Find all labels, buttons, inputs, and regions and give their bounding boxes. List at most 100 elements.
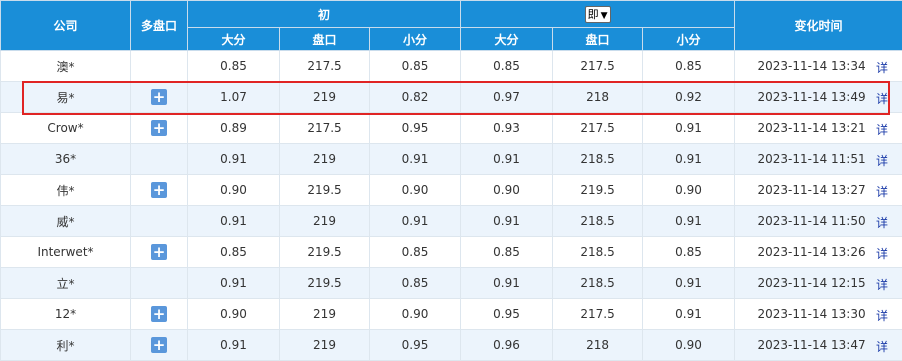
initial-small-cell: 0.82	[370, 82, 461, 113]
initial-big-cell: 0.90	[188, 175, 280, 206]
expand-plus-icon[interactable]: +	[151, 120, 167, 136]
initial-line-cell: 219.5	[280, 175, 370, 206]
change-time-cell: 2023-11-14 11:51 详	[735, 144, 902, 175]
live-line-cell: 217.5	[553, 113, 643, 144]
live-select-value: 即	[588, 8, 599, 21]
live-odds-select[interactable]: 即▼	[585, 6, 611, 23]
expand-plus-icon[interactable]: +	[151, 337, 167, 353]
live-small-cell: 0.85	[643, 237, 735, 268]
company-cell: Crow*	[1, 113, 131, 144]
table-row: 澳*0.85217.50.850.85217.50.852023-11-14 1…	[1, 51, 902, 82]
company-cell: 易*	[1, 82, 131, 113]
multi-line-cell	[131, 206, 188, 237]
initial-line-cell: 219	[280, 330, 370, 361]
initial-small-cell: 0.90	[370, 175, 461, 206]
detail-link[interactable]: 详	[876, 183, 888, 200]
multi-line-cell	[131, 51, 188, 82]
change-time-text: 2023-11-14 11:51	[757, 152, 865, 166]
header-live-big: 大分	[461, 28, 553, 51]
live-line-cell: 219.5	[553, 175, 643, 206]
table-row: 威*0.912190.910.91218.50.912023-11-14 11:…	[1, 206, 902, 237]
live-line-cell: 218.5	[553, 237, 643, 268]
initial-small-cell: 0.95	[370, 330, 461, 361]
live-big-cell: 0.93	[461, 113, 553, 144]
live-small-cell: 0.85	[643, 51, 735, 82]
initial-big-cell: 1.07	[188, 82, 280, 113]
initial-big-cell: 0.91	[188, 268, 280, 299]
change-time-text: 2023-11-14 13:26	[757, 245, 865, 259]
initial-big-cell: 0.85	[188, 237, 280, 268]
change-time-cell: 2023-11-14 13:49详	[735, 82, 902, 113]
initial-line-cell: 219	[280, 206, 370, 237]
live-line-cell: 218.5	[553, 144, 643, 175]
company-cell: 伟*	[1, 175, 131, 206]
company-cell: 立*	[1, 268, 131, 299]
expand-plus-icon[interactable]: +	[151, 244, 167, 260]
detail-link[interactable]: 详	[876, 245, 888, 262]
initial-line-cell: 219.5	[280, 268, 370, 299]
detail-link[interactable]: 详	[876, 276, 888, 293]
initial-small-cell: 0.85	[370, 51, 461, 82]
table-row: 12*+0.902190.900.95217.50.912023-11-14 1…	[1, 299, 902, 330]
detail-link[interactable]: 详	[876, 152, 888, 169]
detail-link[interactable]: 详	[876, 90, 888, 107]
detail-link[interactable]: 详	[876, 307, 888, 324]
detail-link[interactable]: 详	[876, 338, 888, 355]
header-multi-line: 多盘口	[131, 1, 188, 51]
detail-link[interactable]: 详	[876, 121, 888, 138]
header-company: 公司	[1, 1, 131, 51]
live-small-cell: 0.90	[643, 175, 735, 206]
table-row: 伟*+0.90219.50.900.90219.50.902023-11-14 …	[1, 175, 902, 206]
live-line-cell: 218.5	[553, 206, 643, 237]
odds-table: 公司 多盘口 初 即▼ 变化时间 大分 盘口 小分 大分 盘口 小分 澳*0.8…	[0, 0, 902, 361]
table-row: 利*+0.912190.950.962180.902023-11-14 13:4…	[1, 330, 902, 361]
multi-line-cell: +	[131, 237, 188, 268]
header-change-time: 变化时间	[735, 1, 902, 51]
company-cell: 利*	[1, 330, 131, 361]
change-time-cell: 2023-11-14 13:34详	[735, 51, 902, 82]
table-row: 易*+1.072190.820.972180.922023-11-14 13:4…	[1, 82, 902, 113]
header-live-line: 盘口	[553, 28, 643, 51]
live-small-cell: 0.91	[643, 144, 735, 175]
multi-line-cell: +	[131, 175, 188, 206]
expand-plus-icon[interactable]: +	[151, 182, 167, 198]
multi-line-cell: +	[131, 113, 188, 144]
header-live: 即▼	[461, 1, 735, 28]
company-cell: 澳*	[1, 51, 131, 82]
live-small-cell: 0.90	[643, 330, 735, 361]
initial-big-cell: 0.89	[188, 113, 280, 144]
company-cell: Interwet*	[1, 237, 131, 268]
initial-small-cell: 0.85	[370, 268, 461, 299]
initial-big-cell: 0.91	[188, 144, 280, 175]
multi-line-cell: +	[131, 82, 188, 113]
chevron-down-icon: ▼	[601, 11, 608, 21]
change-time-text: 2023-11-14 13:27	[757, 183, 865, 197]
live-small-cell: 0.91	[643, 299, 735, 330]
initial-line-cell: 219	[280, 82, 370, 113]
initial-small-cell: 0.90	[370, 299, 461, 330]
expand-plus-icon[interactable]: +	[151, 306, 167, 322]
initial-big-cell: 0.85	[188, 51, 280, 82]
detail-link[interactable]: 详	[876, 59, 888, 76]
multi-line-cell	[131, 268, 188, 299]
change-time-cell: 2023-11-14 13:26 详	[735, 237, 902, 268]
expand-plus-icon[interactable]: +	[151, 89, 167, 105]
change-time-cell: 2023-11-14 13:47详	[735, 330, 902, 361]
header-initial-big: 大分	[188, 28, 280, 51]
live-big-cell: 0.97	[461, 82, 553, 113]
initial-line-cell: 219	[280, 299, 370, 330]
change-time-text: 2023-11-14 13:21	[757, 121, 865, 135]
company-cell: 36*	[1, 144, 131, 175]
table-row: 立*0.91219.50.850.91218.50.912023-11-14 1…	[1, 268, 902, 299]
live-big-cell: 0.96	[461, 330, 553, 361]
initial-big-cell: 0.91	[188, 206, 280, 237]
initial-line-cell: 219.5	[280, 237, 370, 268]
multi-line-cell: +	[131, 330, 188, 361]
detail-link[interactable]: 详	[876, 214, 888, 231]
live-line-cell: 218.5	[553, 268, 643, 299]
change-time-cell: 2023-11-14 13:21 详	[735, 113, 902, 144]
company-cell: 威*	[1, 206, 131, 237]
header-initial-small: 小分	[370, 28, 461, 51]
live-big-cell: 0.91	[461, 206, 553, 237]
change-time-cell: 2023-11-14 13:30详	[735, 299, 902, 330]
